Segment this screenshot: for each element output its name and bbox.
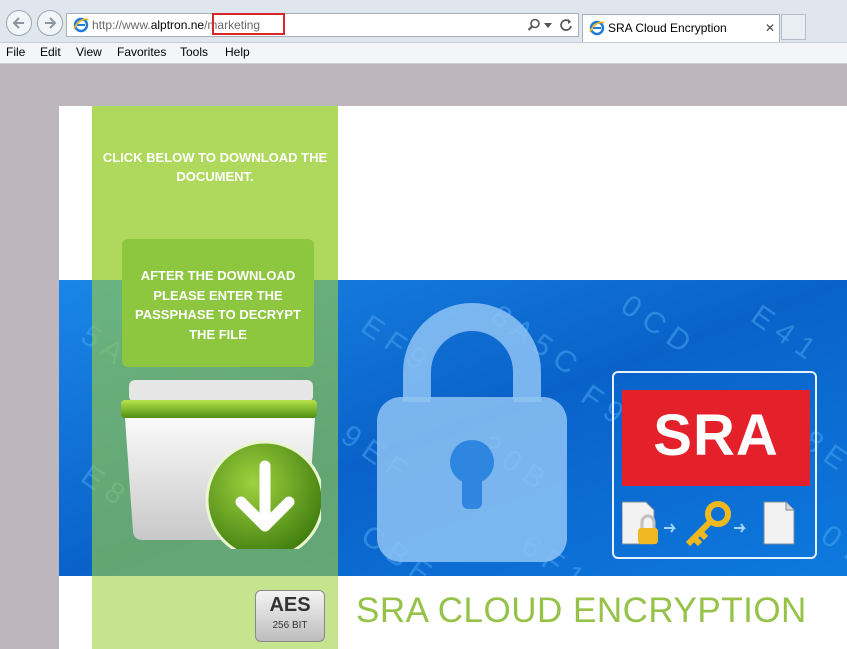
- key-icon: [685, 501, 731, 547]
- menu-help[interactable]: Help: [225, 45, 250, 59]
- arrow-icon-2: [734, 523, 746, 533]
- menu-tools[interactable]: Tools: [180, 45, 208, 59]
- locked-document-icon: [622, 501, 658, 545]
- menu-favorites[interactable]: Favorites: [117, 45, 166, 59]
- download-prompt-text: CLICK BELOW TO DOWNLOAD THE DOCUMENT.: [102, 150, 328, 184]
- url-path-highlight: [212, 13, 285, 35]
- ie-icon: [73, 17, 89, 33]
- menu-file[interactable]: File: [6, 45, 25, 59]
- back-button[interactable]: [6, 10, 32, 36]
- aes-label: AES: [269, 594, 311, 616]
- address-bar[interactable]: http://www.alptron.ne/marketing: [66, 13, 579, 37]
- dropdown-arrow-icon[interactable]: [544, 23, 552, 28]
- menu-edit[interactable]: Edit: [40, 45, 61, 59]
- sra-logo-panel: SRA: [612, 371, 817, 559]
- browser-tab[interactable]: SRA Cloud Encryption ✕: [582, 14, 780, 42]
- decrypt-instructions-box: AFTER THE DOWNLOAD PLEASE ENTER THE PASS…: [122, 239, 314, 367]
- sra-logo: SRA: [622, 390, 810, 486]
- menu-view[interactable]: View: [76, 45, 102, 59]
- encryption-process-icons: [622, 501, 795, 547]
- download-folder-icon[interactable]: [121, 374, 321, 549]
- search-icon[interactable]: [527, 18, 541, 32]
- forward-button[interactable]: [37, 10, 63, 36]
- ie-tab-icon: [589, 20, 605, 36]
- document-icon: [763, 501, 795, 545]
- arrow-right-icon: [45, 17, 57, 29]
- arrow-icon: [664, 523, 676, 533]
- url-prefix: http://www.: [92, 18, 151, 32]
- tab-title: SRA Cloud Encryption: [608, 21, 727, 35]
- arrow-left-icon: [12, 17, 24, 29]
- padlock-icon: [377, 303, 567, 562]
- decrypt-instructions-text: AFTER THE DOWNLOAD PLEASE ENTER THE PASS…: [135, 268, 301, 342]
- aes-bits: 256 BIT: [272, 620, 308, 631]
- refresh-icon[interactable]: [559, 18, 573, 32]
- page-heading: SRA CLOUD ENCRYPTION: [356, 591, 807, 630]
- menu-bar: File Edit View Favorites Tools Help: [0, 43, 847, 64]
- web-page: E F 9 8 A 5 C 0 C D E 4 1 9 E F 2 0 B F …: [59, 106, 847, 649]
- close-tab-icon[interactable]: ✕: [765, 21, 775, 35]
- sra-logo-text: SRA: [653, 403, 779, 468]
- new-tab-button[interactable]: [781, 14, 806, 40]
- aes-256-badge: AES 256 BIT: [255, 590, 325, 642]
- browser-chrome: http://www.alptron.ne/marketing SRA Clou…: [0, 0, 847, 43]
- url-domain: alptron.ne: [150, 18, 205, 32]
